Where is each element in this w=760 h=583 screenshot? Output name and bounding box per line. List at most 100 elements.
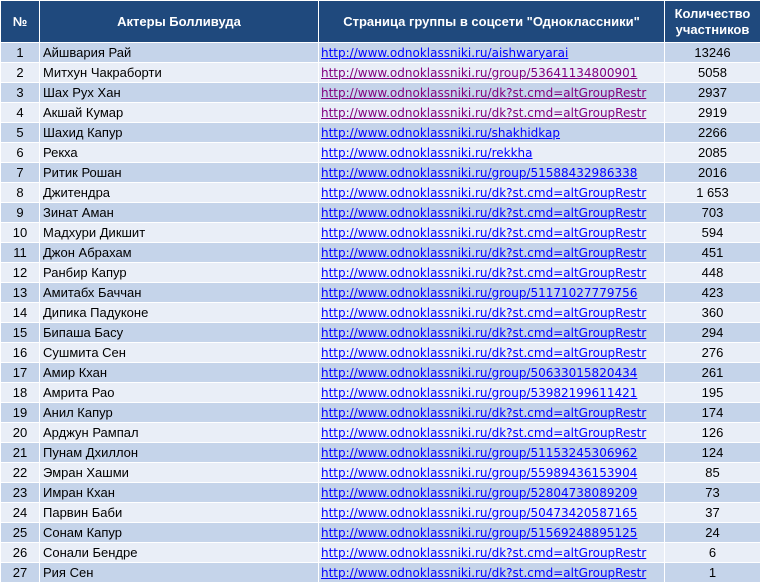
table-row: 8 Джитендра http://www.odnoklassniki.ru/dk… [0,182,760,203]
group-link[interactable]: http://www.odnoklassniki.ru/group/515884… [321,166,637,180]
table-row: 26 Сонали Бендре http://www.odnoklassniki.… [0,542,760,563]
group-link-cell: http://www.odnoklassniki.ru/aishwaryarai [318,42,665,63]
group-link[interactable]: http://www.odnoklassniki.ru/rekkha [321,146,533,160]
group-link[interactable]: http://www.odnoklassniki.ru/dk?st.cmd=al… [321,306,646,320]
group-link-cell: http://www.odnoklassniki.ru/group/506330… [318,362,665,383]
member-count: 73 [664,482,760,503]
group-link[interactable]: http://www.odnoklassniki.ru/group/511532… [321,446,637,460]
actor-name: Бипаша Басу [39,322,319,343]
group-link-cell: http://www.odnoklassniki.ru/group/559894… [318,462,665,483]
actor-name: Сушмита Сен [39,342,319,363]
group-link[interactable]: http://www.odnoklassniki.ru/dk?st.cmd=al… [321,186,646,200]
member-count: 126 [664,422,760,443]
actor-name: Зинат Аман [39,202,319,223]
actor-name: Эмран Хашми [39,462,319,483]
group-link[interactable]: http://www.odnoklassniki.ru/dk?st.cmd=al… [321,226,646,240]
header-count: Количество участников [664,0,760,43]
group-link[interactable]: http://www.odnoklassniki.ru/dk?st.cmd=al… [321,246,646,260]
actor-name: Джитендра [39,182,319,203]
table-row: 22 Эмран Хашми http://www.odnoklassniki.ru… [0,462,760,483]
group-link[interactable]: http://www.odnoklassniki.ru/group/536411… [321,66,637,80]
group-link[interactable]: http://www.odnoklassniki.ru/dk?st.cmd=al… [321,566,646,580]
group-link-cell: http://www.odnoklassniki.ru/group/539821… [318,382,665,403]
table-row: 21 Пунам Дхиллон http://www.odnoklassniki.… [0,442,760,463]
table-row: 10 Мадхури Дикшит http://www.odnoklassniki… [0,222,760,243]
actor-name: Сонали Бендре [39,542,319,563]
table-row: 6 Рекха http://www.odnoklassniki.ru/rekkha… [0,142,760,163]
member-count: 195 [664,382,760,403]
group-link-cell: http://www.odnoklassniki.ru/group/504734… [318,502,665,523]
row-number: 25 [0,522,40,543]
actor-name: Сонам Капур [39,522,319,543]
group-link[interactable]: http://www.odnoklassniki.ru/dk?st.cmd=al… [321,326,646,340]
actor-name: Мадхури Дикшит [39,222,319,243]
table-row: 7 Ритик Рошан http://www.odnoklassniki.ru/… [0,162,760,183]
member-count: 703 [664,202,760,223]
table-row: 5 Шахид Капур http://www.odnoklassniki.ru/… [0,122,760,143]
group-link[interactable]: http://www.odnoklassniki.ru/group/539821… [321,386,637,400]
row-number: 12 [0,262,40,283]
group-link-cell: http://www.odnoklassniki.ru/dk?st.cmd=al… [318,222,665,243]
row-number: 27 [0,562,40,583]
group-link[interactable]: http://www.odnoklassniki.ru/aishwaryarai [321,46,568,60]
table-row: 2 Митхун Чакраборти http://www.odnoklassni… [0,62,760,83]
row-number: 21 [0,442,40,463]
group-link[interactable]: http://www.odnoklassniki.ru/group/504734… [321,506,637,520]
table-row: 11 Джон Абрахам http://www.odnoklassniki.r… [0,242,760,263]
row-number: 5 [0,122,40,143]
group-link-cell: http://www.odnoklassniki.ru/group/528047… [318,482,665,503]
group-link-cell: http://www.odnoklassniki.ru/group/536411… [318,62,665,83]
group-link[interactable]: http://www.odnoklassniki.ru/dk?st.cmd=al… [321,546,646,560]
row-number: 11 [0,242,40,263]
row-number: 24 [0,502,40,523]
table-row: 24 Парвин Баби http://www.odnoklassniki.ru… [0,502,760,523]
table-row: 9 Зинат Аман http://www.odnoklassniki.ru/d… [0,202,760,223]
member-count: 2016 [664,162,760,183]
member-count: 37 [664,502,760,523]
group-link[interactable]: http://www.odnoklassniki.ru/shakhidkap [321,126,560,140]
group-link[interactable]: http://www.odnoklassniki.ru/group/511710… [321,286,637,300]
group-link[interactable]: http://www.odnoklassniki.ru/group/559894… [321,466,637,480]
group-link[interactable]: http://www.odnoklassniki.ru/dk?st.cmd=al… [321,206,646,220]
group-link-cell: http://www.odnoklassniki.ru/group/515884… [318,162,665,183]
group-link-cell: http://www.odnoklassniki.ru/dk?st.cmd=al… [318,542,665,563]
actor-name: Шах Рух Хан [39,82,319,103]
actor-name: Ритик Рошан [39,162,319,183]
actor-name: Арджун Рампал [39,422,319,443]
group-link-cell: http://www.odnoklassniki.ru/dk?st.cmd=al… [318,242,665,263]
group-link-cell: http://www.odnoklassniki.ru/group/511710… [318,282,665,303]
table-row: 13 Амитабх Баччан http://www.odnoklassniki… [0,282,760,303]
group-link-cell: http://www.odnoklassniki.ru/rekkha [318,142,665,163]
actor-name: Рекха [39,142,319,163]
member-count: 423 [664,282,760,303]
header-num: № [0,0,40,43]
row-number: 17 [0,362,40,383]
group-link[interactable]: http://www.odnoklassniki.ru/dk?st.cmd=al… [321,266,646,280]
group-link[interactable]: http://www.odnoklassniki.ru/dk?st.cmd=al… [321,86,646,100]
member-count: 451 [664,242,760,263]
table-row: 12 Ранбир Капур http://www.odnoklassniki.r… [0,262,760,283]
group-link[interactable]: http://www.odnoklassniki.ru/dk?st.cmd=al… [321,426,646,440]
row-number: 4 [0,102,40,123]
group-link[interactable]: http://www.odnoklassniki.ru/dk?st.cmd=al… [321,346,646,360]
row-number: 15 [0,322,40,343]
row-number: 26 [0,542,40,563]
group-link[interactable]: http://www.odnoklassniki.ru/group/515692… [321,526,637,540]
member-count: 2266 [664,122,760,143]
group-link[interactable]: http://www.odnoklassniki.ru/group/528047… [321,486,637,500]
header-actors: Актеры Болливуда [39,0,319,43]
row-number: 9 [0,202,40,223]
member-count: 294 [664,322,760,343]
group-link[interactable]: http://www.odnoklassniki.ru/dk?st.cmd=al… [321,106,646,120]
table-row: 27 Рия Сен http://www.odnoklassniki.ru/dk?… [0,562,760,583]
actor-name: Амир Кхан [39,362,319,383]
actors-groups-table: № Актеры Болливуда Страница группы в соц… [0,0,760,583]
row-number: 23 [0,482,40,503]
group-link[interactable]: http://www.odnoklassniki.ru/dk?st.cmd=al… [321,406,646,420]
row-number: 18 [0,382,40,403]
member-count: 276 [664,342,760,363]
actor-name: Парвин Баби [39,502,319,523]
group-link[interactable]: http://www.odnoklassniki.ru/group/506330… [321,366,637,380]
row-number: 14 [0,302,40,323]
actor-name: Митхун Чакраборти [39,62,319,83]
